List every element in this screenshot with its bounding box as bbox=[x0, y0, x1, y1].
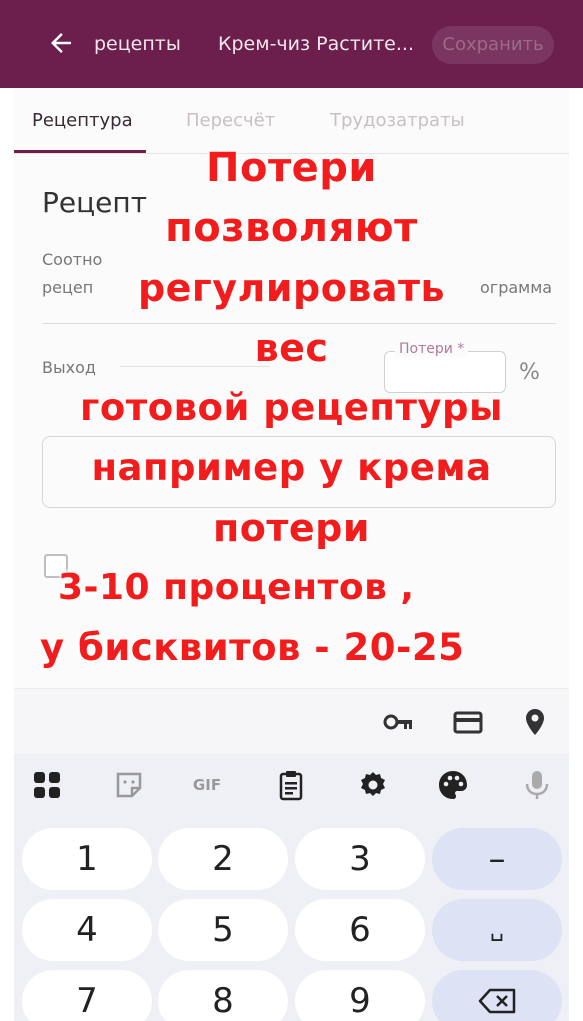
numeric-keyboard: GIF 1 2 3 – 4 5 6 ␣ 7 8 9 bbox=[14, 754, 569, 1021]
tab-recalculation[interactable]: Пересчёт bbox=[186, 110, 275, 131]
key-7[interactable]: 7 bbox=[22, 970, 152, 1021]
arrow-left-icon[interactable] bbox=[46, 28, 76, 58]
keyboard-toolbar: GIF bbox=[14, 754, 569, 816]
microphone-icon[interactable] bbox=[520, 768, 554, 802]
breadcrumb[interactable]: рецепты bbox=[94, 33, 181, 55]
clipboard-icon[interactable] bbox=[274, 768, 308, 802]
caption-line: потери bbox=[213, 506, 370, 550]
credit-card-icon[interactable] bbox=[452, 707, 484, 737]
caption-line: регулировать bbox=[137, 266, 446, 310]
gif-icon[interactable]: GIF bbox=[190, 768, 224, 802]
key-4[interactable]: 4 bbox=[22, 899, 152, 961]
app-bar: рецепты Крем-чиз Растите... Сохранить bbox=[0, 0, 583, 88]
caption-line: готовой рецептуры bbox=[80, 386, 503, 429]
caption-line: у бисквитов - 20-25 bbox=[40, 626, 465, 669]
autofill-bar bbox=[14, 688, 569, 754]
key-1[interactable]: 1 bbox=[22, 828, 152, 890]
key-icon[interactable] bbox=[382, 707, 414, 737]
location-pin-icon[interactable] bbox=[519, 707, 551, 737]
sticker-icon[interactable] bbox=[112, 768, 146, 802]
tab-labor-costs[interactable]: Трудозатраты bbox=[330, 110, 465, 131]
caption-line: например у крема bbox=[91, 446, 492, 489]
key-minus[interactable]: – bbox=[432, 828, 562, 890]
key-5[interactable]: 5 bbox=[158, 899, 288, 961]
key-space[interactable]: ␣ bbox=[432, 899, 562, 961]
backspace-key[interactable] bbox=[432, 970, 562, 1021]
key-8[interactable]: 8 bbox=[158, 970, 288, 1021]
caption-line: Потери bbox=[206, 145, 377, 191]
page-title: Крем-чиз Растите... bbox=[218, 33, 414, 55]
palette-icon[interactable] bbox=[436, 768, 470, 802]
save-button[interactable]: Сохранить bbox=[432, 26, 554, 64]
overlay-caption: Потери позволяют регулировать вес готово… bbox=[0, 138, 583, 678]
apps-grid-icon[interactable] bbox=[30, 768, 64, 802]
key-6[interactable]: 6 bbox=[295, 899, 425, 961]
key-3[interactable]: 3 bbox=[295, 828, 425, 890]
caption-line: 3-10 процентов , bbox=[58, 567, 415, 608]
caption-line: вес bbox=[254, 326, 329, 370]
tab-recipe[interactable]: Рецептура bbox=[32, 110, 133, 131]
key-2[interactable]: 2 bbox=[158, 828, 288, 890]
caption-line: позволяют bbox=[165, 205, 418, 251]
backspace-icon bbox=[478, 988, 516, 1014]
settings-icon[interactable] bbox=[356, 768, 390, 802]
key-9[interactable]: 9 bbox=[295, 970, 425, 1021]
